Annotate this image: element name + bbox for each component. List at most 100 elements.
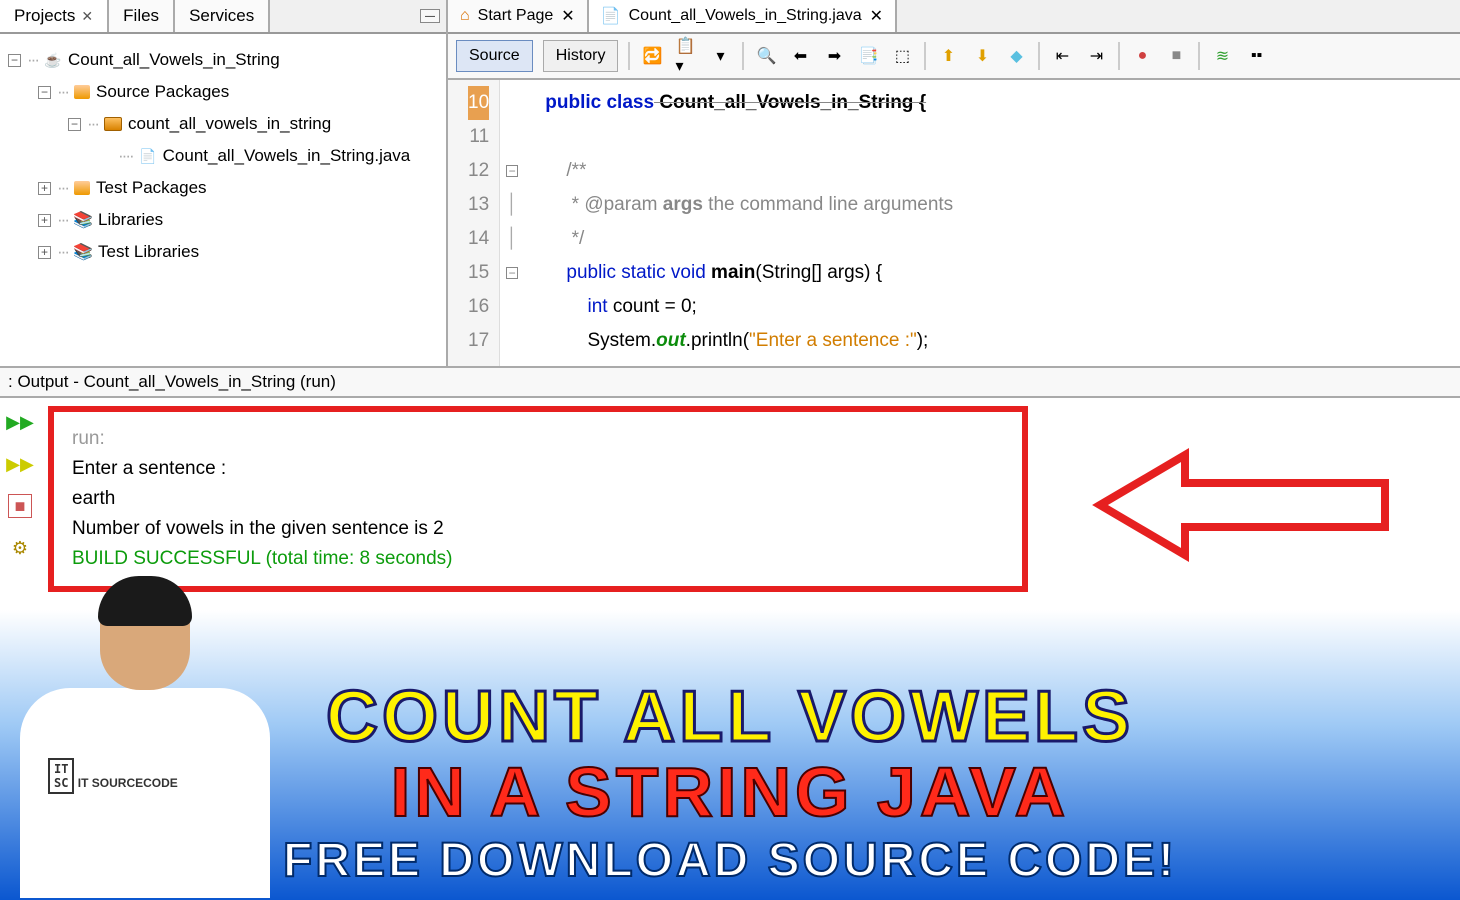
tree-java-file[interactable]: ····📄Count_all_Vowels_in_String.java xyxy=(4,140,442,172)
close-icon[interactable]: ✕ xyxy=(561,6,574,26)
tree-test-lib-label: Test Libraries xyxy=(98,242,199,262)
close-icon[interactable]: ✕ xyxy=(870,6,883,26)
rerun-icon[interactable]: ▶▶ xyxy=(8,410,32,434)
tree-test-pkg-label: Test Packages xyxy=(96,178,207,198)
minimize-panel-button[interactable]: — xyxy=(420,9,440,23)
code-editor[interactable]: 10 11 12 13 14 15 16 17 − ││ − public cl… xyxy=(448,80,1460,366)
promo-banner: ITSC IT SOURCECODE COUNT ALL VOWELS IN A… xyxy=(0,610,1460,900)
java-file-icon: 📄 xyxy=(139,147,157,165)
tree-src-label: Source Packages xyxy=(96,82,229,102)
source-view-button[interactable]: Source xyxy=(456,40,533,72)
output-panel-title: : Output - Count_all_Vowels_in_String (r… xyxy=(0,368,1460,398)
toolbar-up-icon[interactable]: ⬆ xyxy=(936,44,960,68)
tree-source-packages[interactable]: −···Source Packages xyxy=(4,76,442,108)
line-number: 10 xyxy=(468,86,489,120)
toolbar-prev-icon[interactable]: ⬅ xyxy=(788,44,812,68)
fold-gutter: − ││ − xyxy=(500,80,524,366)
left-tabs: Projects ✕ Files Services — xyxy=(0,0,446,34)
separator xyxy=(1118,42,1120,70)
stop-output-icon[interactable]: ■ xyxy=(8,494,32,518)
console-line: earth xyxy=(72,484,1004,514)
toolbar-indent-right-icon[interactable]: ⇥ xyxy=(1084,44,1108,68)
fold-toggle-icon[interactable]: − xyxy=(506,165,518,177)
line-number: 14 xyxy=(468,222,489,256)
tree-lib-label: Libraries xyxy=(98,210,163,230)
tab-start-page-label: Start Page xyxy=(478,7,554,25)
package-icon xyxy=(104,117,122,131)
toolbar-find-icon[interactable]: 🔍 xyxy=(754,44,778,68)
tree-test-packages[interactable]: +···Test Packages xyxy=(4,172,442,204)
collapse-icon[interactable]: − xyxy=(8,54,21,67)
code-line: */ xyxy=(524,222,953,256)
annotation-arrow xyxy=(1085,445,1405,570)
line-number: 15 xyxy=(468,256,489,290)
rerun-alt-icon[interactable]: ▶▶ xyxy=(8,452,32,476)
tree-root-label: Count_all_Vowels_in_String xyxy=(68,50,280,70)
expand-icon[interactable]: + xyxy=(38,246,51,259)
toolbar-record-icon[interactable]: ● xyxy=(1130,44,1154,68)
separator xyxy=(628,42,630,70)
toolbar-icon-11[interactable]: ◆ xyxy=(1004,44,1028,68)
banner-line-2: IN A STRING JAVA xyxy=(0,757,1460,827)
separator xyxy=(1198,42,1200,70)
close-icon[interactable]: ✕ xyxy=(81,8,93,25)
toolbar-next-icon[interactable]: ➡ xyxy=(822,44,846,68)
tab-files-label: Files xyxy=(123,6,159,26)
toolbar-icon-8[interactable]: ⬚ xyxy=(890,44,914,68)
history-view-button[interactable]: History xyxy=(543,40,619,72)
tree-project-root[interactable]: −···☕Count_all_Vowels_in_String xyxy=(4,44,442,76)
toolbar-icon-7[interactable]: 📑 xyxy=(856,44,880,68)
toolbar-down-icon[interactable]: ⬇ xyxy=(970,44,994,68)
home-icon: ⌂ xyxy=(460,7,470,25)
tab-services[interactable]: Services xyxy=(175,0,270,32)
editor-tabs: ⌂Start Page✕ 📄Count_all_Vowels_in_String… xyxy=(448,0,1460,34)
tab-file-label: Count_all_Vowels_in_String.java xyxy=(629,7,862,25)
code-line: int count = 0; xyxy=(524,290,953,324)
tree-package-label: count_all_vowels_in_string xyxy=(128,114,331,134)
output-toolbar: ▶▶ ▶▶ ■ ⚙ xyxy=(0,398,40,600)
line-number: 17 xyxy=(468,324,489,358)
line-number: 16 xyxy=(468,290,489,324)
console-line: Enter a sentence : xyxy=(72,454,1004,484)
console-output: run: Enter a sentence : earth Number of … xyxy=(48,406,1028,592)
tab-projects-label: Projects xyxy=(14,6,75,26)
expand-icon[interactable]: + xyxy=(38,182,51,195)
code-line xyxy=(524,120,953,154)
tab-start-page[interactable]: ⌂ Start Page ✕ xyxy=(448,0,589,32)
toolbar-icon-17[interactable]: ▪▪ xyxy=(1244,44,1268,68)
tree-test-libraries[interactable]: +···📚Test Libraries xyxy=(4,236,442,268)
console-line: Number of vowels in the given sentence i… xyxy=(72,514,1004,544)
collapse-icon[interactable]: − xyxy=(68,118,81,131)
line-number: 12 xyxy=(468,154,489,188)
toolbar-indent-left-icon[interactable]: ⇤ xyxy=(1050,44,1074,68)
toolbar-icon-16[interactable]: ≋ xyxy=(1210,44,1234,68)
tree-file-label: Count_all_Vowels_in_String.java xyxy=(163,146,411,166)
editor-toolbar: Source History 🔁 📋▾ ▾ 🔍 ⬅ ➡ 📑 ⬚ ⬆ ⬇ ◆ ⇤ … xyxy=(448,34,1460,80)
package-folder-icon xyxy=(74,181,90,195)
code-line: public static void main(String[] args) { xyxy=(524,256,953,290)
toolbar-icon-3[interactable]: ▾ xyxy=(708,44,732,68)
console-build-status: BUILD SUCCESSFUL (total time: 8 seconds) xyxy=(72,544,1004,574)
toolbar-icon-1[interactable]: 🔁 xyxy=(640,44,664,68)
package-folder-icon xyxy=(74,85,90,99)
expand-icon[interactable]: + xyxy=(38,214,51,227)
java-project-icon: ☕ xyxy=(44,51,62,69)
collapse-icon[interactable]: − xyxy=(38,86,51,99)
separator xyxy=(924,42,926,70)
tree-package[interactable]: −···count_all_vowels_in_string xyxy=(4,108,442,140)
toolbar-icon-2[interactable]: 📋▾ xyxy=(674,44,698,68)
settings-icon[interactable]: ⚙ xyxy=(8,536,32,560)
code-line: /** xyxy=(524,154,953,188)
tab-editor-file[interactable]: 📄Count_all_Vowels_in_String.java✕ xyxy=(589,0,897,32)
banner-line-1: COUNT ALL VOWELS xyxy=(0,681,1460,753)
fold-toggle-icon[interactable]: − xyxy=(506,267,518,279)
banner-line-3: FREE DOWNLOAD SOURCE CODE! xyxy=(0,833,1460,888)
libraries-icon: 📚 xyxy=(74,243,92,261)
tab-projects[interactable]: Projects ✕ xyxy=(0,0,109,32)
libraries-icon: 📚 xyxy=(74,211,92,229)
code-content[interactable]: public class Count_all_Vowels_in_String … xyxy=(524,80,953,366)
tree-libraries[interactable]: +···📚Libraries xyxy=(4,204,442,236)
tab-files[interactable]: Files xyxy=(109,0,175,32)
code-line: public class Count_all_Vowels_in_String … xyxy=(524,86,953,120)
toolbar-stop-icon[interactable]: ■ xyxy=(1164,44,1188,68)
